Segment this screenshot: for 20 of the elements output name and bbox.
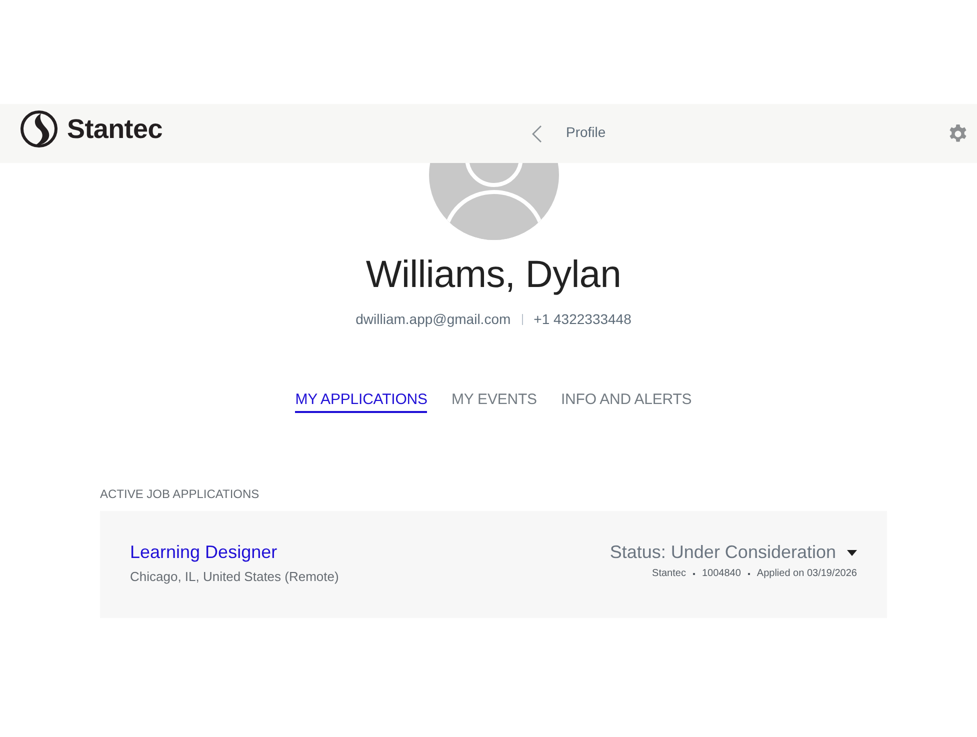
- profile-name: Williams, Dylan: [366, 253, 622, 298]
- settings-icon: [948, 124, 968, 144]
- back-button[interactable]: [531, 124, 542, 142]
- tab[interactable]: MY EVENTS: [451, 390, 537, 413]
- job-meta: Stantec: [652, 567, 686, 581]
- page-title: Profile: [566, 124, 606, 140]
- logo-icon: [20, 110, 58, 148]
- brand-name: Stantec: [67, 114, 162, 144]
- contact-email: dwilliam.app@gmail.com: [356, 310, 511, 329]
- job-meta: 1004840: [702, 567, 741, 581]
- job-meta: Applied on 03/19/2026: [756, 567, 857, 581]
- settings-button[interactable]: [948, 124, 968, 144]
- status-dropdown[interactable]: Status: Under Consideration: [610, 540, 857, 564]
- section-heading: ACTIVE JOB APPLICATIONS: [100, 486, 260, 502]
- job-title-link[interactable]: Learning Designer: [130, 540, 339, 564]
- caret-icon: [847, 550, 857, 556]
- contact-phone: +1 4322333448: [534, 310, 632, 329]
- job-location: Chicago, IL, United States (Remote): [130, 568, 339, 586]
- tab[interactable]: MY APPLICATIONS: [295, 390, 428, 413]
- tab[interactable]: INFO AND ALERTS: [560, 390, 692, 413]
